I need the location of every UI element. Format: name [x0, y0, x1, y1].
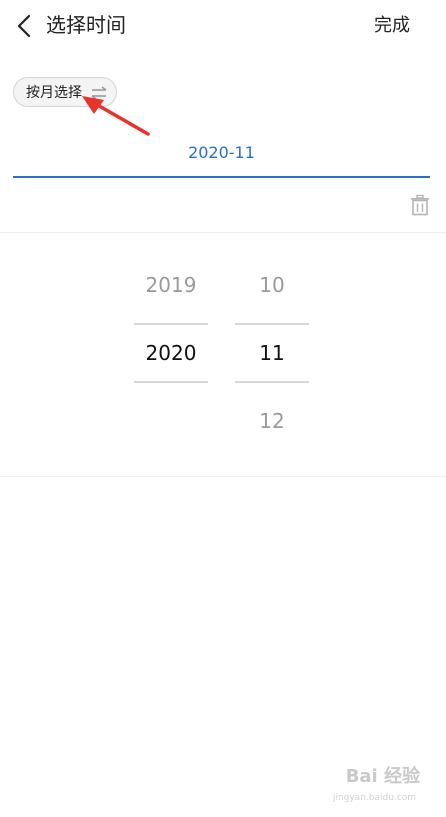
- year-selection-bottom-line: [134, 381, 208, 383]
- picker-bottom-divider: [0, 476, 446, 477]
- month-option[interactable]: 12: [235, 398, 309, 444]
- year-option-selected[interactable]: 2020: [134, 330, 208, 376]
- trash-icon[interactable]: [409, 194, 431, 216]
- section-divider: [0, 232, 446, 233]
- month-wheel[interactable]: 10 11 12: [235, 262, 309, 444]
- swap-icon: [91, 86, 107, 100]
- month-option[interactable]: 10: [235, 262, 309, 308]
- month-selection-top-line: [235, 323, 309, 325]
- date-field-underline: [13, 176, 430, 178]
- back-button[interactable]: [14, 12, 38, 40]
- selected-date-value[interactable]: 2020-11: [13, 140, 430, 166]
- toggle-label: 按月选择: [26, 85, 82, 101]
- done-button[interactable]: 完成: [374, 13, 410, 39]
- watermark-url: jingyan.baidu.com: [332, 793, 416, 803]
- chevron-left-icon: [17, 14, 31, 38]
- year-selection-top-line: [134, 323, 208, 325]
- year-option[interactable]: 2019: [134, 262, 208, 308]
- month-option-selected[interactable]: 11: [235, 330, 309, 376]
- page-title: 选择时间: [46, 13, 126, 37]
- month-selection-bottom-line: [235, 381, 309, 383]
- watermark-logo: Bai 经验: [345, 766, 420, 787]
- year-wheel[interactable]: 2019 2020: [134, 262, 208, 376]
- header-bar: 选择时间 完成: [0, 0, 446, 52]
- select-by-month-toggle[interactable]: 按月选择: [13, 77, 117, 107]
